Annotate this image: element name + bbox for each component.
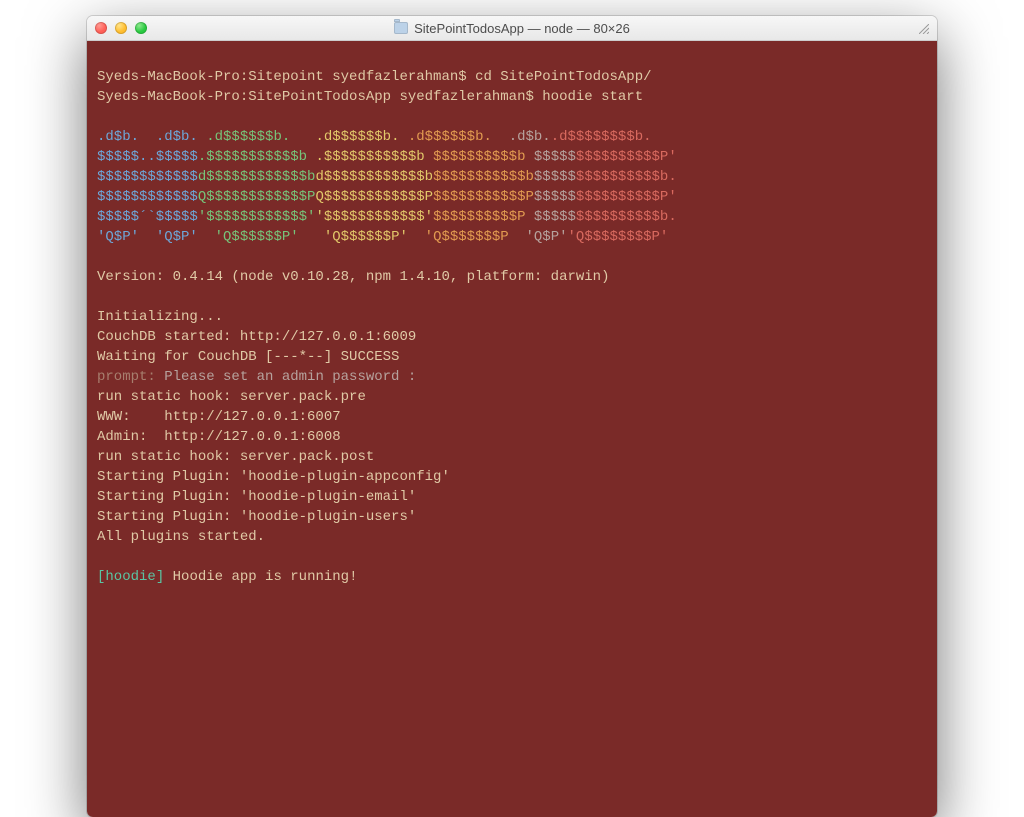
hoodie-running-line: [hoodie] Hoodie app is running! bbox=[97, 569, 357, 585]
folder-icon bbox=[394, 22, 408, 34]
resize-icon[interactable] bbox=[917, 22, 929, 34]
prompt-line-1: Syeds-MacBook-Pro:Sitepoint syedfazlerah… bbox=[97, 69, 652, 85]
plugin-line-3: Starting Plugin: 'hoodie-plugin-users' bbox=[97, 509, 416, 525]
version-line: Version: 0.4.14 (node v0.10.28, npm 1.4.… bbox=[97, 269, 609, 285]
titlebar: SitePointTodosApp — node — 80×26 bbox=[87, 16, 937, 41]
hook-post-line: run static hook: server.pack.post bbox=[97, 449, 374, 465]
ascii-art: .d$b. .d$b. .d$$$$$$b. .d$$$$$$b. .d$$$$… bbox=[97, 129, 677, 245]
window-title: SitePointTodosApp — node — 80×26 bbox=[87, 21, 937, 36]
plugin-line-1: Starting Plugin: 'hoodie-plugin-appconfi… bbox=[97, 469, 450, 485]
window-title-text: SitePointTodosApp — node — 80×26 bbox=[414, 21, 630, 36]
minimize-button[interactable] bbox=[115, 22, 127, 34]
hook-pre-line: run static hook: server.pack.pre bbox=[97, 389, 366, 405]
prompt-line: prompt: Please set an admin password : bbox=[97, 369, 416, 385]
init-line: Initializing... bbox=[97, 309, 223, 325]
www-line: WWW: http://127.0.0.1:6007 bbox=[97, 409, 341, 425]
terminal-body[interactable]: Syeds-MacBook-Pro:Sitepoint syedfazlerah… bbox=[87, 41, 937, 817]
admin-line: Admin: http://127.0.0.1:6008 bbox=[97, 429, 341, 445]
waiting-line: Waiting for CouchDB [---*--] SUCCESS bbox=[97, 349, 399, 365]
couchdb-line: CouchDB started: http://127.0.0.1:6009 bbox=[97, 329, 416, 345]
prompt-line-2: Syeds-MacBook-Pro:SitePointTodosApp syed… bbox=[97, 89, 643, 105]
plugin-line-2: Starting Plugin: 'hoodie-plugin-email' bbox=[97, 489, 416, 505]
traffic-lights bbox=[95, 22, 147, 34]
close-button[interactable] bbox=[95, 22, 107, 34]
all-started-line: All plugins started. bbox=[97, 529, 265, 545]
zoom-button[interactable] bbox=[135, 22, 147, 34]
terminal-window: SitePointTodosApp — node — 80×26 Syeds-M… bbox=[87, 16, 937, 817]
